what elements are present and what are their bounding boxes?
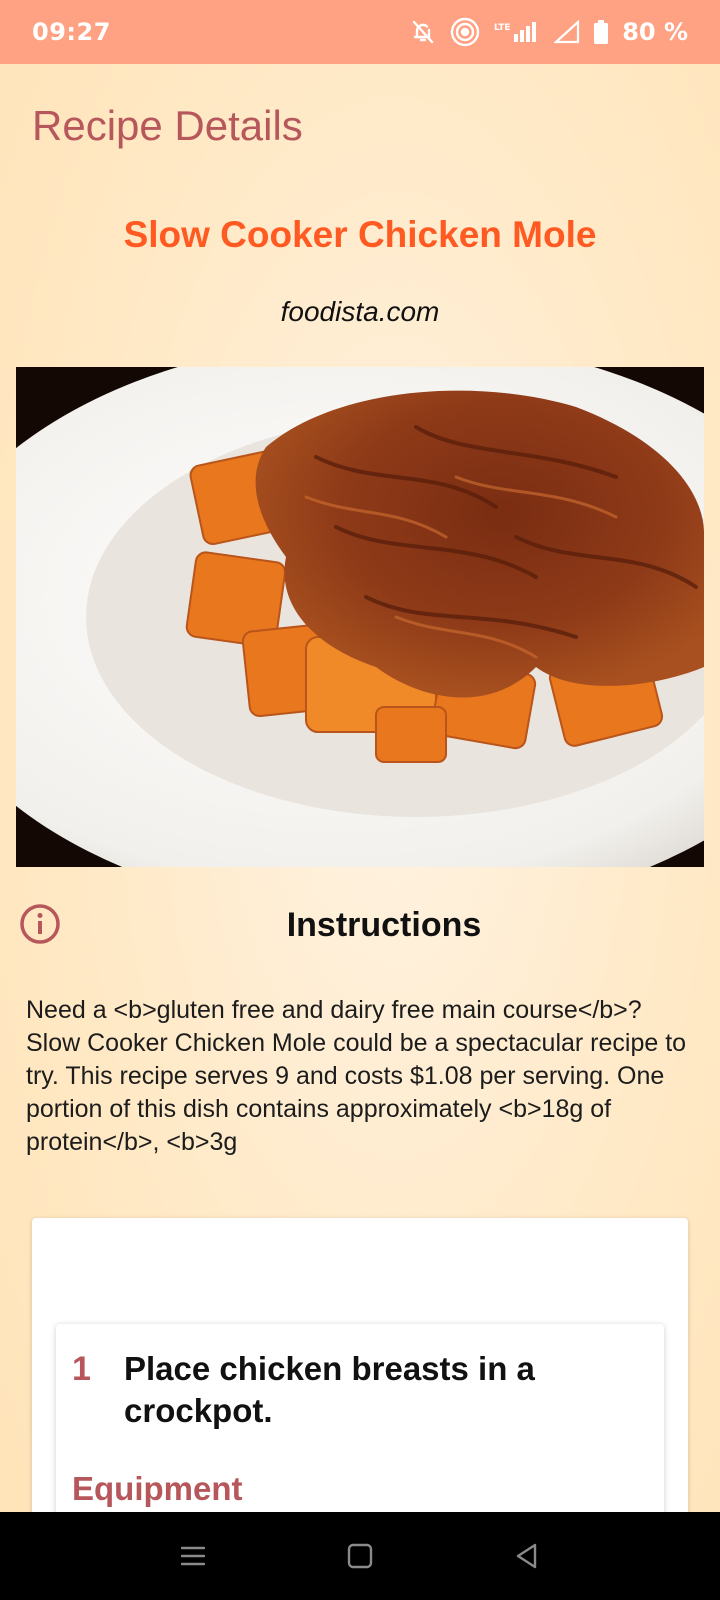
- signal-icon: LTE: [494, 20, 540, 44]
- recipe-title: Slow Cooker Chicken Mole: [123, 214, 597, 255]
- navigation-bar: [0, 1512, 720, 1600]
- equipment-heading: Equipment: [72, 1470, 243, 1507]
- instructions-heading: Instructions: [286, 906, 482, 944]
- recipe-source: foodista.com: [280, 296, 440, 327]
- signal-empty-icon: [554, 20, 580, 44]
- back-icon[interactable]: [513, 1542, 541, 1570]
- recipe-image: [16, 367, 704, 867]
- home-icon[interactable]: [346, 1542, 374, 1570]
- recipe-summary: Need a <b>gluten free and dairy free mai…: [26, 996, 687, 1156]
- status-time: 09:27: [32, 18, 111, 46]
- hotspot-icon: [450, 17, 480, 47]
- status-icons: LTE 80 %: [410, 17, 688, 47]
- battery-percent: 80 %: [622, 18, 688, 46]
- step-number: 1: [72, 1350, 91, 1388]
- network-type-label: LTE: [494, 23, 511, 33]
- status-bar: 09:27 LTE 80 %: [0, 0, 720, 64]
- mute-icon: [410, 19, 436, 45]
- step-text: Place chicken breasts in a crockpot.: [124, 1350, 535, 1429]
- menu-icon[interactable]: [179, 1544, 207, 1568]
- battery-icon: [594, 20, 609, 44]
- page-title: Recipe Details: [32, 102, 303, 149]
